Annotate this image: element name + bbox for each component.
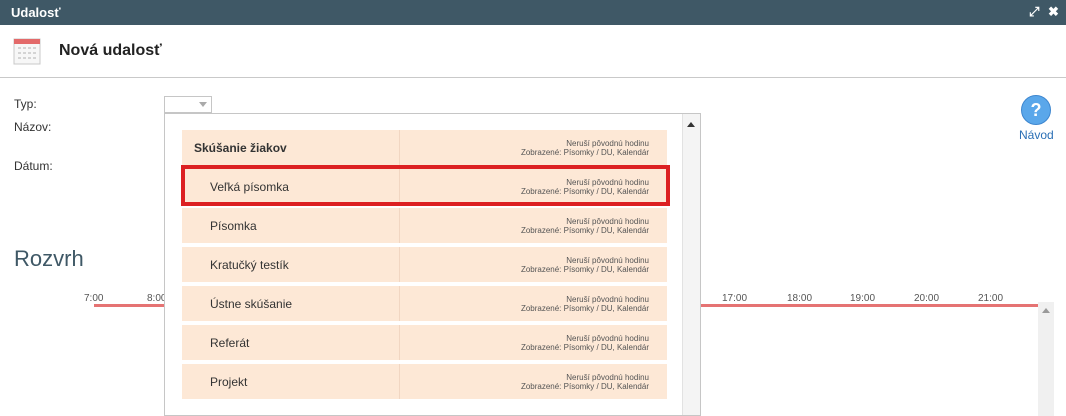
schedule-title: Rozvrh: [14, 246, 84, 271]
option-divider: [399, 208, 400, 243]
dropdown-option[interactable]: Referát Neruší pôvodnú hodinu Zobrazené:…: [182, 325, 667, 360]
hour-label: 18:00: [787, 293, 813, 304]
option-info-line: Neruší pôvodnú hodinu: [566, 295, 649, 304]
option-info-line: Neruší pôvodnú hodinu: [566, 217, 649, 226]
highlight-box: [181, 165, 670, 206]
page-header: Nová udalosť: [0, 25, 1066, 78]
hour-label: 19:00: [850, 293, 876, 304]
option-name: Písomka: [210, 219, 257, 233]
option-info: Neruší pôvodnú hodinu Zobrazené: Písomky…: [521, 139, 649, 157]
hour-label: 21:00: [978, 293, 1004, 304]
option-divider: [399, 286, 400, 321]
help-link[interactable]: Návod: [1019, 128, 1054, 142]
option-name: Skúšanie žiakov: [194, 141, 287, 155]
option-info: Neruší pôvodnú hodinu Zobrazené: Písomky…: [521, 334, 649, 352]
name-label: Názov:: [14, 120, 52, 134]
close-icon[interactable]: ✖: [1048, 4, 1059, 20]
option-name: Kratučký testík: [210, 258, 289, 272]
type-select[interactable]: [164, 96, 212, 113]
option-info-line: Zobrazené: Písomky / DU, Kalendár: [520, 382, 649, 391]
option-info: Neruší pôvodnú hodinu Zobrazené: Písomky…: [521, 217, 649, 235]
hour-label: 20:00: [914, 293, 940, 304]
dropdown-option[interactable]: Projekt Neruší pôvodnú hodinu Zobrazené:…: [182, 364, 667, 399]
option-info-line: Neruší pôvodnú hodinu: [566, 373, 649, 382]
option-info-line: Neruší pôvodnú hodinu: [566, 334, 649, 343]
option-divider: [399, 130, 400, 165]
option-info: Neruší pôvodnú hodinu Zobrazené: Písomky…: [521, 256, 649, 274]
option-info: Neruší pôvodnú hodinu Zobrazené: Písomky…: [521, 295, 649, 313]
dropdown-option[interactable]: Kratučký testík Neruší pôvodnú hodinu Zo…: [182, 247, 667, 282]
type-label: Typ:: [14, 97, 37, 111]
page-title: Nová udalosť: [59, 42, 162, 59]
maximize-icon[interactable]: ⤢: [1029, 4, 1039, 20]
help-icon[interactable]: ?: [1021, 95, 1051, 125]
dropdown-option[interactable]: Písomka Neruší pôvodnú hodinu Zobrazené:…: [182, 208, 667, 243]
option-info-line: Neruší pôvodnú hodinu: [566, 139, 649, 148]
hour-label: 7:00: [84, 293, 104, 304]
option-divider: [399, 364, 400, 399]
option-info-line: Zobrazené: Písomky / DU, Kalendár: [520, 226, 649, 235]
option-divider: [399, 247, 400, 282]
option-divider: [399, 325, 400, 360]
date-label: Dátum:: [14, 159, 53, 173]
option-info-line: Zobrazené: Písomky / DU, Kalendár: [520, 343, 649, 352]
option-info: Neruší pôvodnú hodinu Zobrazené: Písomky…: [521, 373, 649, 391]
scroll-up-icon[interactable]: [687, 122, 695, 127]
option-name: Ústne skúšanie: [210, 297, 293, 311]
type-dropdown-list: Skúšanie žiakov Neruší pôvodnú hodinu Zo…: [164, 113, 701, 416]
option-info-line: Zobrazené: Písomky / DU, Kalendár: [520, 265, 649, 274]
option-name: Referát: [210, 336, 250, 350]
option-name: Projekt: [210, 375, 248, 389]
window-titlebar: Udalosť ⤢ ✖: [0, 0, 1066, 25]
option-info-line: Neruší pôvodnú hodinu: [566, 256, 649, 265]
scroll-up-icon[interactable]: [1042, 308, 1050, 313]
dropdown-option-group[interactable]: Skúšanie žiakov Neruší pôvodnú hodinu Zo…: [182, 130, 667, 165]
window-title: Udalosť: [11, 5, 61, 20]
option-info-line: Zobrazené: Písomky / DU, Kalendár: [520, 304, 649, 313]
dropdown-option[interactable]: Ústne skúšanie Neruší pôvodnú hodinu Zob…: [182, 286, 667, 321]
option-info-line: Zobrazené: Písomky / DU, Kalendár: [520, 148, 649, 157]
chevron-down-icon: [199, 102, 207, 107]
hour-label: 17:00: [722, 293, 748, 304]
dropdown-scrollbar[interactable]: [682, 114, 700, 415]
calendar-icon: [13, 38, 41, 65]
schedule-scrollbar[interactable]: [1038, 302, 1054, 416]
